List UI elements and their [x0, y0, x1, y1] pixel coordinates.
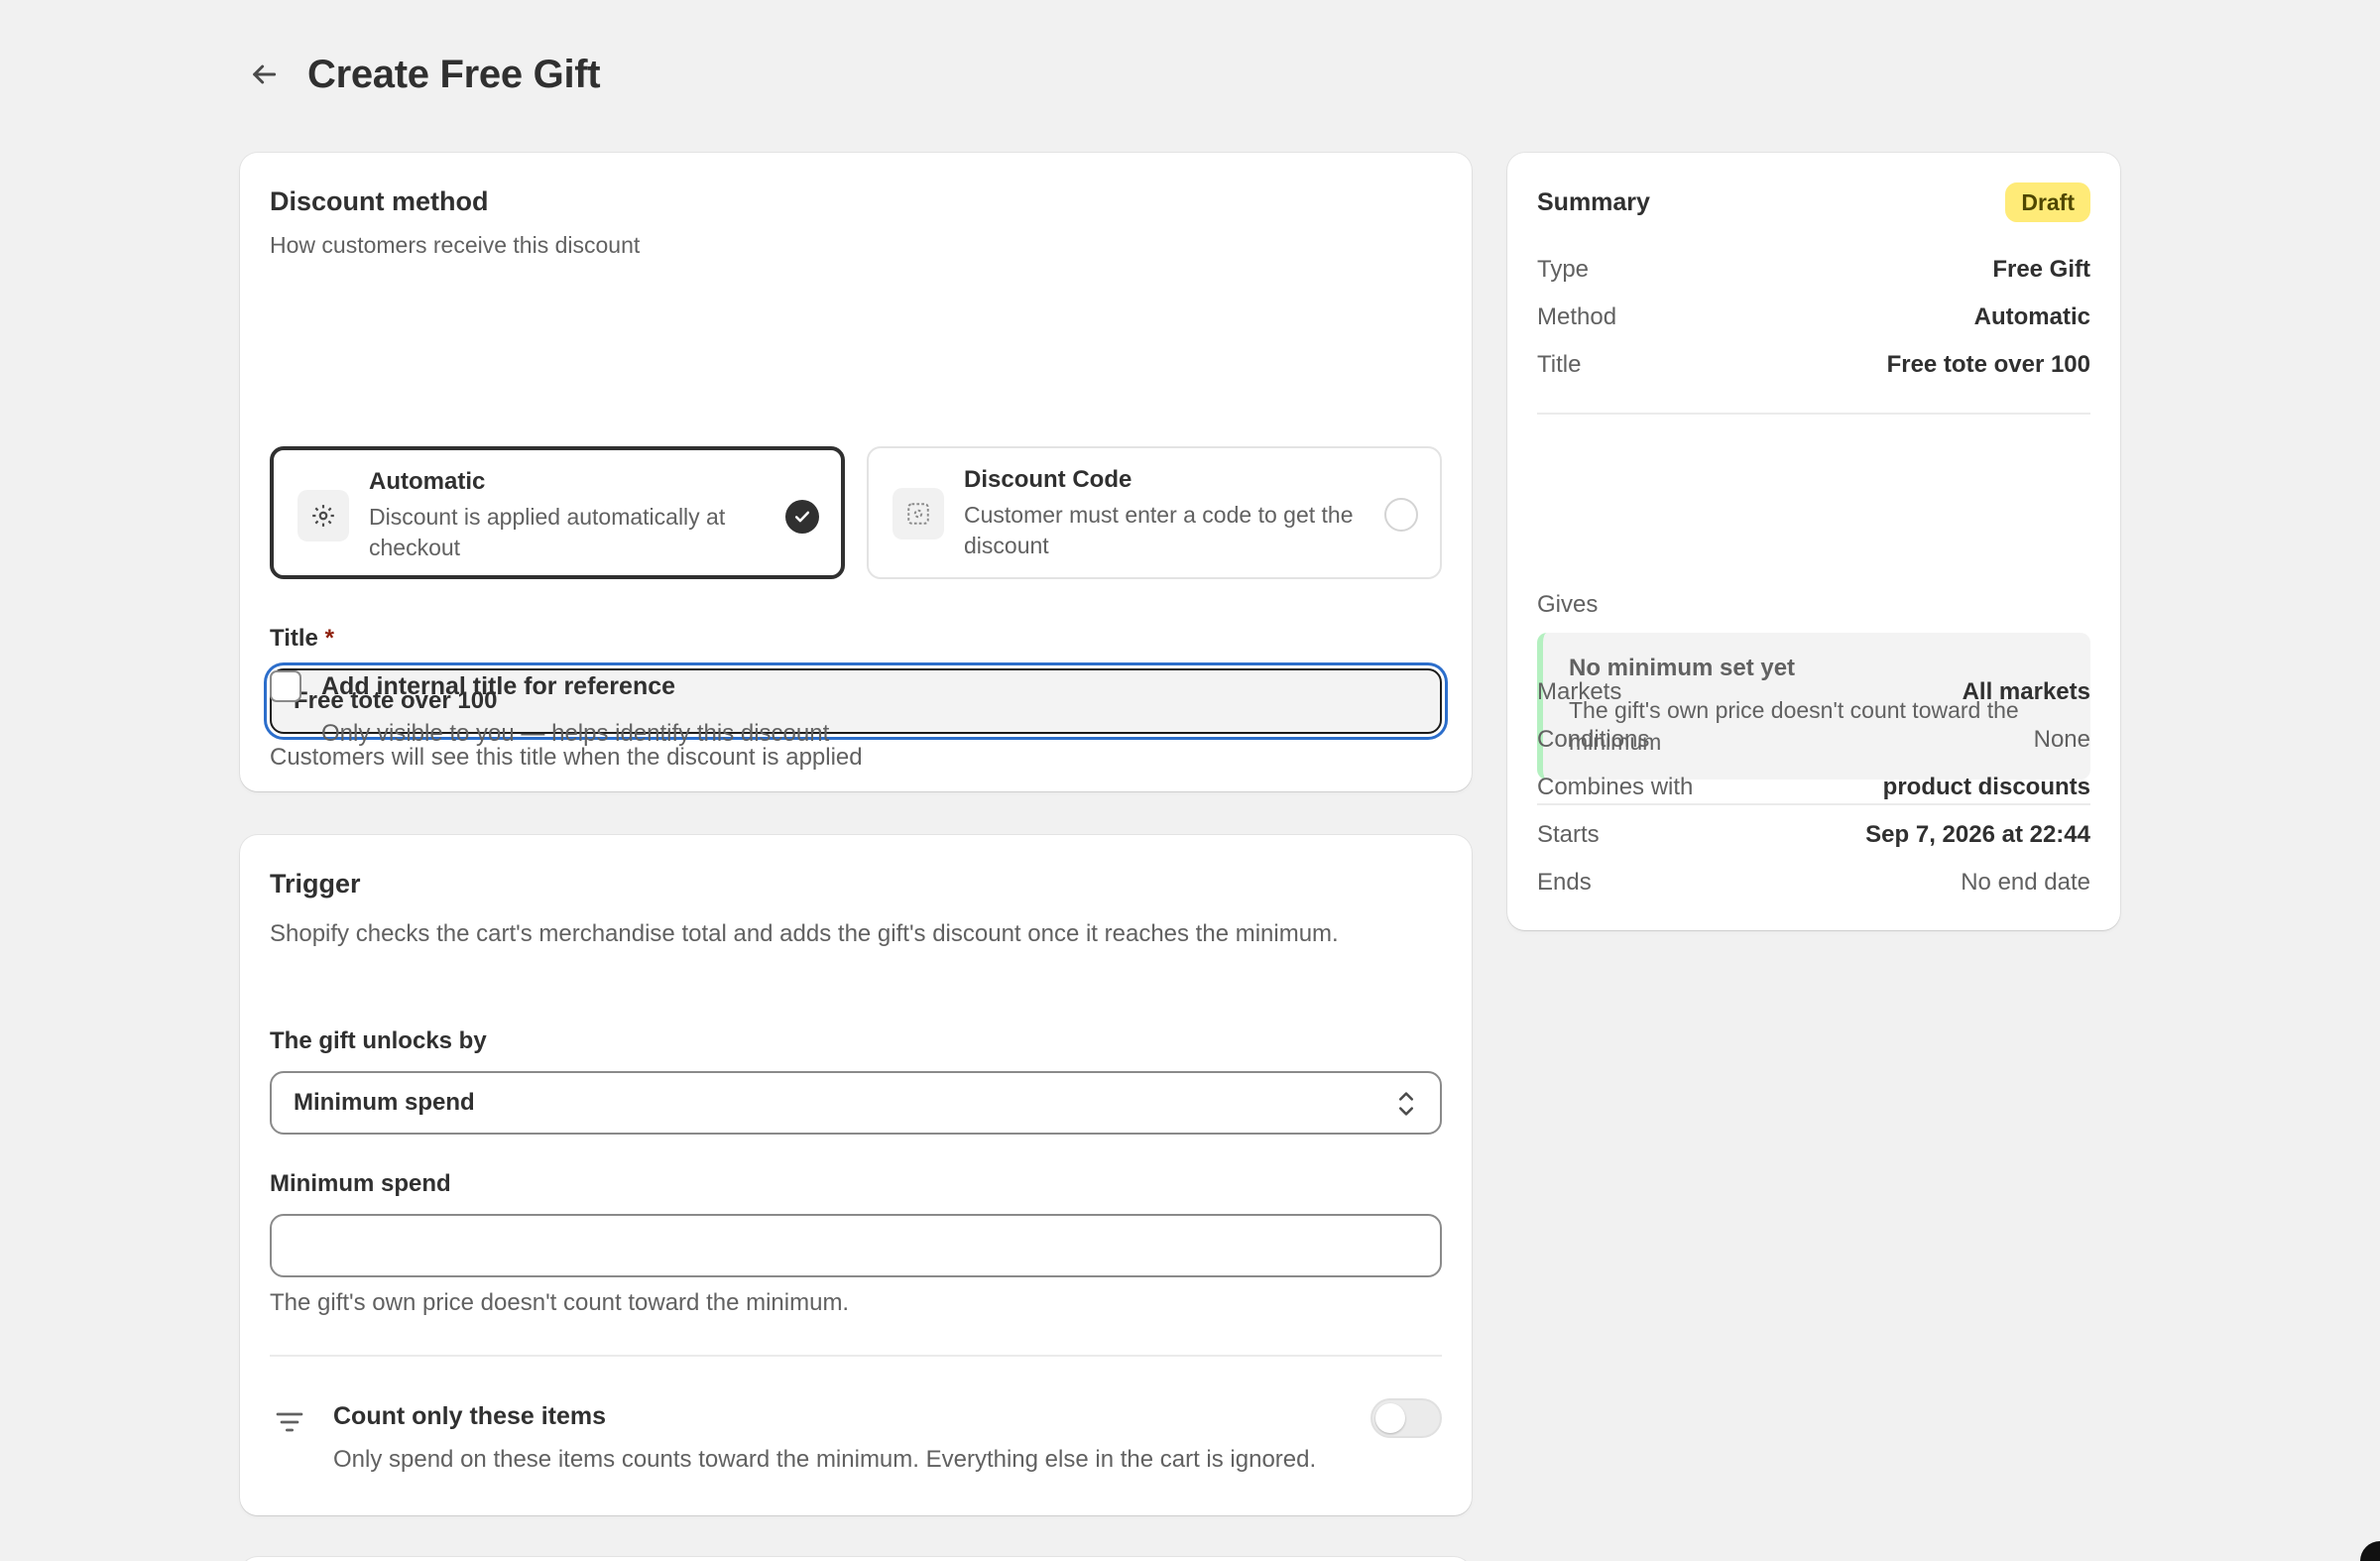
discount-method-card: Discount method How customers receive th…	[240, 153, 1472, 791]
internal-title-checkbox[interactable]	[270, 670, 301, 702]
discount-method-heading: Discount method	[270, 186, 489, 216]
trigger-description: Shopify checks the cart's merchandise to…	[270, 920, 1339, 947]
back-button[interactable]	[240, 46, 288, 103]
chevron-updown-icon	[1398, 1092, 1414, 1116]
page-header: Create Free Gift	[240, 46, 601, 103]
internal-title-help: Only visible to you — helps identify thi…	[321, 720, 830, 747]
count-items-label: Count only these items	[333, 1402, 607, 1430]
discount-method-subheading: How customers receive this discount	[270, 232, 641, 258]
unlock-select-value: Minimum spend	[294, 1089, 475, 1116]
summary-row-title: Title Free tote over 100	[1537, 351, 2090, 378]
internal-title-label[interactable]: Add internal title for reference	[321, 672, 675, 701]
unlock-select[interactable]: Minimum spend	[270, 1071, 1442, 1135]
min-spend-label: Minimum spend	[270, 1170, 451, 1197]
gives-callout: No minimum set yet The gift's own price …	[1537, 633, 2090, 780]
summary-row-method: Method Automatic	[1537, 303, 2090, 330]
trigger-heading: Trigger	[270, 869, 361, 899]
gear-icon	[298, 490, 349, 541]
radio-button[interactable]	[1384, 498, 1418, 532]
option-title: Automatic	[369, 468, 486, 495]
gives-description: The gift's own price doesn't count towar…	[1569, 697, 2019, 755]
arrow-left-icon	[253, 64, 277, 84]
next-card	[240, 1557, 1472, 1561]
summary-title: Summary	[1537, 188, 1650, 216]
divider	[270, 1355, 1442, 1357]
page-title: Create Free Gift	[307, 52, 601, 96]
option-description: Discount is applied automatically at che…	[369, 504, 726, 560]
min-spend-help: The gift's own price doesn't count towar…	[270, 1289, 850, 1316]
gives-title: No minimum set yet	[1569, 655, 1796, 681]
toggle-knob	[1375, 1403, 1405, 1433]
title-help-text: Customers will see this title when the d…	[270, 744, 863, 771]
filter-icon	[276, 1412, 303, 1432]
trigger-card: Trigger Shopify checks the cart's mercha…	[240, 835, 1472, 1515]
gives-label: Gives	[1537, 591, 1599, 618]
checkmark-icon	[785, 500, 819, 534]
title-label: Title *	[270, 625, 334, 652]
code-icon	[892, 488, 944, 540]
required-mark: *	[324, 625, 334, 652]
count-items-toggle[interactable]	[1370, 1398, 1442, 1438]
summary-row-type: Type Free Gift	[1537, 256, 2090, 283]
unlock-label: The gift unlocks by	[270, 1027, 487, 1054]
min-spend-input[interactable]	[270, 1214, 1442, 1277]
divider	[1537, 803, 2090, 805]
option-description: Customer must enter a code to get the di…	[964, 502, 1354, 558]
summary-card: Summary Draft Type Free Gift Method Automa…	[1507, 153, 2120, 930]
window-corner	[2360, 1541, 2380, 1561]
option-title: Discount Code	[964, 466, 1132, 493]
divider	[1537, 413, 2090, 415]
count-items-help: Only spend on these items counts toward …	[333, 1446, 1317, 1473]
method-option-discount-code[interactable]: Discount Code Customer must enter a code…	[867, 446, 1442, 579]
status-badge: Draft	[2005, 182, 2090, 222]
method-option-automatic[interactable]: Automatic Discount is applied automatica…	[270, 446, 845, 579]
